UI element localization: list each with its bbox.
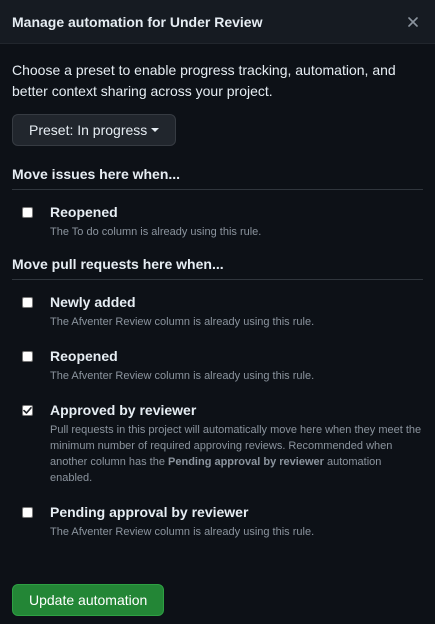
issues-section-title: Move issues here when... [12, 166, 423, 190]
checkbox-issues-reopened[interactable] [22, 206, 33, 218]
option-description: The To do column is already using this r… [50, 226, 262, 238]
check-icon [23, 406, 32, 414]
option-label: Reopened [50, 204, 118, 220]
option-issues-reopened: Reopened The To do column is already usi… [22, 202, 423, 240]
caret-down-icon [151, 128, 160, 132]
dialog-header: Manage automation for Under Review [0, 0, 435, 44]
preset-dropdown-button[interactable]: Preset: In progress [12, 114, 177, 146]
checkbox-prs-reopened[interactable] [22, 350, 33, 362]
prs-section: Move pull requests here when... Newly ad… [12, 256, 423, 540]
option-description: The Afventer Review column is already us… [50, 370, 315, 382]
preset-label: Preset: In progress [29, 122, 148, 138]
option-description: The Afventer Review column is already us… [50, 316, 315, 328]
option-prs-reopened: Reopened The Afventer Review column is a… [22, 346, 423, 384]
option-prs-newly-added: Newly added The Afventer Review column i… [22, 292, 423, 330]
update-automation-button[interactable]: Update automation [12, 584, 165, 616]
automation-dialog: Manage automation for Under Review Choos… [0, 0, 435, 624]
option-label: Approved by reviewer [50, 402, 197, 418]
prs-section-title: Move pull requests here when... [12, 256, 423, 280]
checkbox-prs-pending-approval[interactable] [22, 506, 33, 518]
close-icon [408, 16, 418, 27]
desc-bold-text: Pending approval by reviewer [168, 456, 324, 468]
option-prs-approved: Approved by reviewer Pull requests in th… [22, 400, 423, 486]
option-prs-pending-approval: Pending approval by reviewer The Afvente… [22, 502, 423, 540]
option-label: Newly added [50, 294, 136, 310]
issues-section: Move issues here when... Reopened The To… [12, 166, 423, 240]
checkbox-prs-approved[interactable] [22, 404, 33, 416]
checkbox-prs-newly-added[interactable] [22, 296, 33, 308]
option-description: The Afventer Review column is already us… [50, 526, 315, 538]
dialog-title: Manage automation for Under Review [12, 13, 263, 30]
dialog-body: Choose a preset to enable progress track… [0, 44, 435, 540]
option-label: Reopened [50, 348, 118, 364]
option-label: Pending approval by reviewer [50, 504, 249, 520]
option-description: Pull requests in this project will autom… [50, 422, 423, 486]
close-button[interactable] [403, 12, 423, 32]
intro-text: Choose a preset to enable progress track… [12, 62, 396, 99]
